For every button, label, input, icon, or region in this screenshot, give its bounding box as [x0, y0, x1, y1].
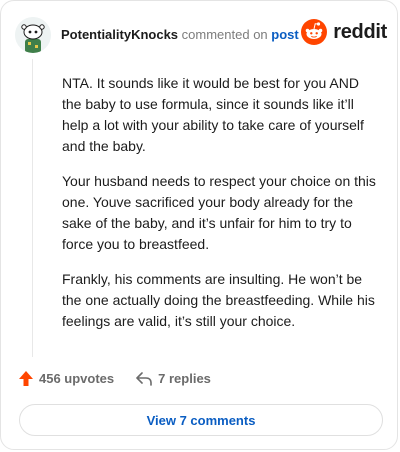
comment-card: PotentialityKnocks commented on post red…: [0, 0, 398, 450]
reply-count: 7 replies: [158, 371, 211, 386]
username-link[interactable]: PotentialityKnocks: [61, 27, 178, 42]
replies-button[interactable]: 7 replies: [136, 371, 211, 386]
action-text: commented on: [181, 27, 268, 42]
view-comments-button[interactable]: View 7 comments: [19, 404, 383, 436]
comment-footer: 456 upvotes 7 replies: [19, 371, 233, 386]
comment-paragraph: NTA. It sounds like it would be best for…: [62, 75, 364, 154]
comment-meta: PotentialityKnocks commented on post: [61, 27, 299, 43]
upvote-count: 456 upvotes: [39, 371, 115, 386]
thread-line: [32, 59, 33, 357]
comment-paragraph: Frankly, his comments are insulting. He …: [62, 271, 375, 329]
comment-header: PotentialityKnocks commented on post red…: [15, 15, 387, 55]
comment-body: NTA. It sounds like it would be best for…: [62, 73, 380, 346]
post-link[interactable]: post: [271, 27, 298, 42]
upvote-arrow-icon: [19, 371, 33, 386]
reddit-brand[interactable]: reddit: [301, 19, 387, 45]
snoo-avatar-icon[interactable]: [15, 17, 51, 53]
brand-wordmark: reddit: [333, 20, 387, 43]
reddit-logo-icon: [301, 19, 328, 45]
reply-arrow-icon: [136, 371, 152, 386]
upvote-button[interactable]: 456 upvotes: [19, 371, 114, 386]
comment-paragraph: Your husband needs to respect your choic…: [62, 173, 376, 252]
